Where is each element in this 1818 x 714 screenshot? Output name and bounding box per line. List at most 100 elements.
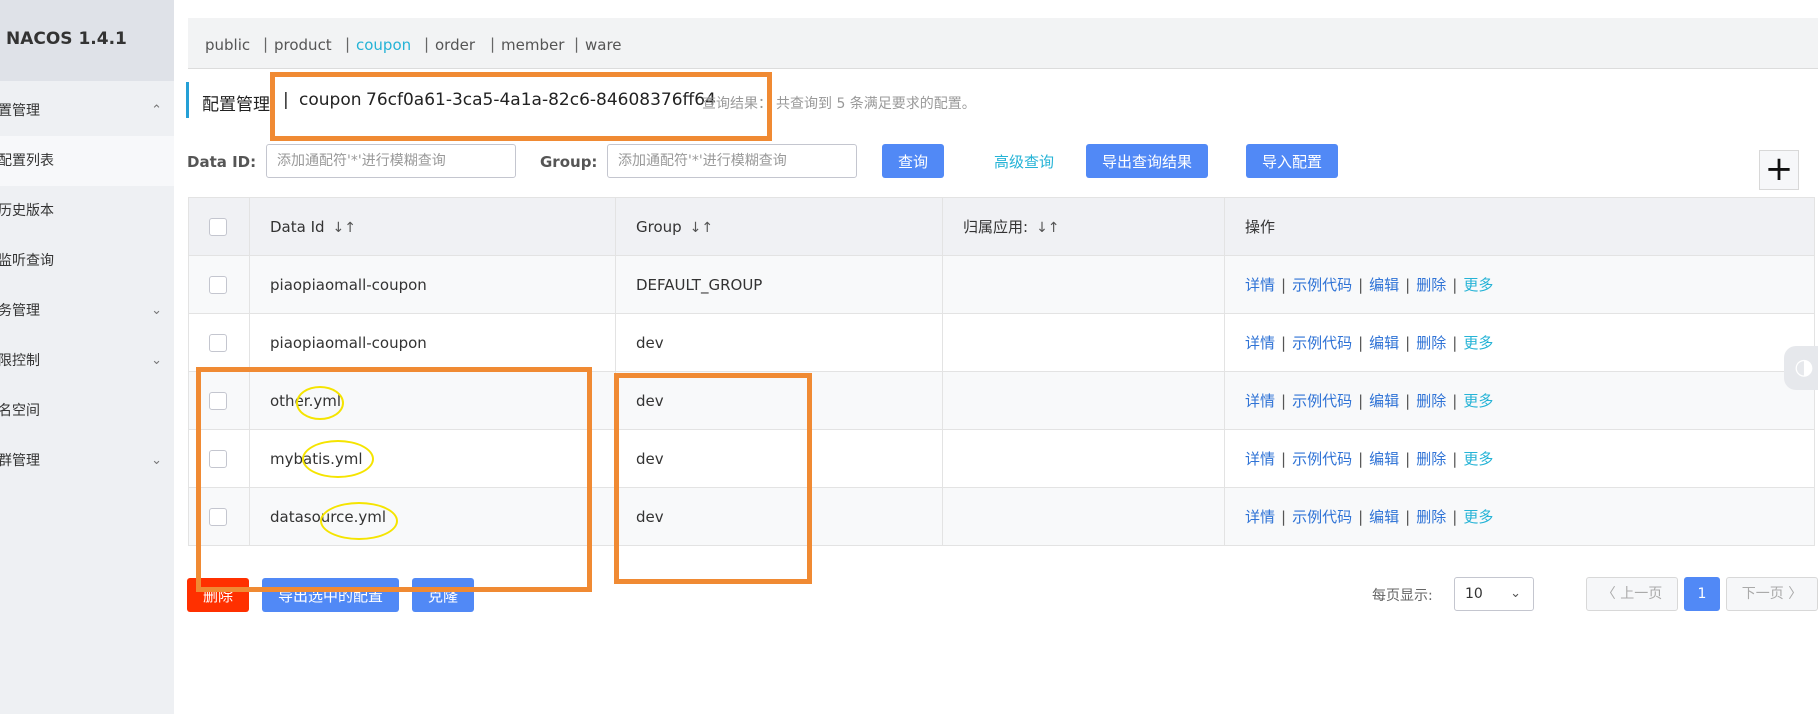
floating-tool-icon[interactable]: ◑ xyxy=(1784,346,1818,390)
namespace-separator: | xyxy=(424,35,430,53)
detail-link[interactable]: 详情 xyxy=(1245,450,1275,468)
namespace-coupon[interactable]: coupon xyxy=(356,36,411,54)
sort-icon[interactable]: ↓↑ xyxy=(690,220,713,236)
delete-link[interactable]: 删除 xyxy=(1416,450,1446,468)
sidebar-item-listener-query[interactable]: 监听查询 xyxy=(0,236,174,286)
action-separator: | xyxy=(1281,276,1287,294)
namespace-separator: | xyxy=(574,35,580,53)
sort-icon[interactable]: ↓↑ xyxy=(333,220,356,236)
page-number-button[interactable]: 1 xyxy=(1684,577,1720,611)
app-logo: NACOS 1.4.1 xyxy=(0,0,174,81)
sidebar-item-cluster-management[interactable]: 群管理 ⌄ xyxy=(0,436,174,486)
detail-link[interactable]: 详情 xyxy=(1245,508,1275,526)
row-checkbox[interactable] xyxy=(209,275,227,294)
delete-selected-button[interactable]: 删除 xyxy=(187,578,249,612)
sidebar-item-label: 名空间 xyxy=(0,403,40,419)
detail-link[interactable]: 详情 xyxy=(1245,334,1275,352)
delete-link[interactable]: 删除 xyxy=(1416,508,1446,526)
export-selected-button[interactable]: 导出选中的配置 xyxy=(262,578,399,612)
row-checkbox[interactable] xyxy=(209,391,227,410)
delete-link[interactable]: 删除 xyxy=(1416,276,1446,294)
data-id-input[interactable] xyxy=(266,144,516,178)
more-link[interactable]: 更多 xyxy=(1463,508,1493,526)
clone-button[interactable]: 克隆 xyxy=(412,578,474,612)
sidebar-item-service-management[interactable]: 务管理 ⌄ xyxy=(0,286,174,336)
action-separator: | xyxy=(1452,276,1458,294)
group-cell: dev xyxy=(615,313,943,372)
add-config-button[interactable]: + xyxy=(1759,150,1799,190)
sidebar-item-label: 监听查询 xyxy=(0,253,54,269)
detail-link[interactable]: 详情 xyxy=(1245,276,1275,294)
detail-link[interactable]: 详情 xyxy=(1245,392,1275,410)
app-cell xyxy=(942,255,1225,314)
row-checkbox[interactable] xyxy=(209,507,227,526)
app-cell xyxy=(942,429,1225,488)
data-id-cell: other.yml xyxy=(249,371,616,430)
group-cell: dev xyxy=(615,429,943,488)
namespace-separator: | xyxy=(263,35,269,53)
sidebar-item-history[interactable]: 历史版本 xyxy=(0,186,174,236)
sample-code-link[interactable]: 示例代码 xyxy=(1292,334,1352,352)
sidebar-item-namespace[interactable]: 名空间 xyxy=(0,386,174,436)
more-link[interactable]: 更多 xyxy=(1463,392,1493,410)
chevron-down-icon: ⌄ xyxy=(151,453,162,468)
sample-code-link[interactable]: 示例代码 xyxy=(1292,450,1352,468)
search-button[interactable]: 查询 xyxy=(882,144,944,178)
sidebar-item-config-list[interactable]: 配置列表 xyxy=(0,136,174,186)
delete-link[interactable]: 删除 xyxy=(1416,334,1446,352)
actions-cell: 详情 | 示例代码 | 编辑 | 删除 | 更多 xyxy=(1224,429,1815,488)
namespace-ware[interactable]: ware xyxy=(585,36,622,54)
sample-code-link[interactable]: 示例代码 xyxy=(1292,508,1352,526)
row-checkbox[interactable] xyxy=(209,333,227,352)
export-query-results-button[interactable]: 导出查询结果 xyxy=(1086,144,1208,178)
group-cell: dev xyxy=(615,487,943,546)
action-separator: | xyxy=(1358,276,1364,294)
select-all-checkbox[interactable] xyxy=(209,217,227,236)
table-row: datasource.yml dev 详情 | 示例代码 | 编辑 | 删除 | 更多 xyxy=(188,487,1815,546)
more-link[interactable]: 更多 xyxy=(1463,334,1493,352)
next-page-button[interactable]: 下一页 〉 xyxy=(1726,577,1818,611)
action-separator: | xyxy=(1358,508,1364,526)
row-checkbox[interactable] xyxy=(209,449,227,468)
action-separator: | xyxy=(1405,392,1411,410)
sidebar-item-label: 限控制 xyxy=(0,353,40,369)
namespace-member[interactable]: member xyxy=(501,36,564,54)
import-config-button[interactable]: 导入配置 xyxy=(1246,144,1338,178)
namespace-order[interactable]: order xyxy=(435,36,475,54)
sort-icon[interactable]: ↓↑ xyxy=(1036,220,1059,236)
prev-page-button[interactable]: 〈 上一页 xyxy=(1586,577,1678,611)
namespace-separator: | xyxy=(345,35,351,53)
page-title: 配置管理 xyxy=(202,95,270,115)
sidebar-item-access-control[interactable]: 限控制 ⌄ xyxy=(0,336,174,386)
column-header-group[interactable]: Group ↓↑ xyxy=(615,197,943,256)
namespace-product[interactable]: product xyxy=(274,36,332,54)
action-separator: | xyxy=(1405,450,1411,468)
action-separator: | xyxy=(1405,276,1411,294)
sidebar-item-config-management[interactable]: 置管理 ⌃ xyxy=(0,86,174,136)
sample-code-link[interactable]: 示例代码 xyxy=(1292,276,1352,294)
advanced-query-link[interactable]: 高级查询 xyxy=(994,151,1054,172)
sidebar-item-label: 历史版本 xyxy=(0,203,54,219)
sidebar-item-label: 配置列表 xyxy=(0,153,54,169)
namespace-public[interactable]: public xyxy=(205,36,250,54)
page-size-value: 10 xyxy=(1465,586,1483,602)
config-table: Data Id ↓↑ Group ↓↑ 归属应用: ↓↑ 操作 piaopiaomal… xyxy=(188,197,1815,546)
sidebar-item-label: 群管理 xyxy=(0,453,40,469)
column-header-app[interactable]: 归属应用: ↓↑ xyxy=(942,197,1225,256)
edit-link[interactable]: 编辑 xyxy=(1369,334,1399,352)
table-row: piaopiaomall-coupon dev 详情 | 示例代码 | 编辑 | 删除 | 更多 xyxy=(188,313,1815,372)
sample-code-link[interactable]: 示例代码 xyxy=(1292,392,1352,410)
edit-link[interactable]: 编辑 xyxy=(1369,276,1399,294)
column-header-data-id[interactable]: Data Id ↓↑ xyxy=(249,197,616,256)
more-link[interactable]: 更多 xyxy=(1463,276,1493,294)
actions-cell: 详情 | 示例代码 | 编辑 | 删除 | 更多 xyxy=(1224,371,1815,430)
sidebar: NACOS 1.4.1 置管理 ⌃ 配置列表 历史版本 监听查询 务管理 ⌄ 限… xyxy=(0,0,174,714)
more-link[interactable]: 更多 xyxy=(1463,450,1493,468)
page-size-select[interactable]: 10 ⌄ xyxy=(1454,577,1534,611)
edit-link[interactable]: 编辑 xyxy=(1369,450,1399,468)
group-input[interactable] xyxy=(607,144,857,178)
delete-link[interactable]: 删除 xyxy=(1416,392,1446,410)
edit-link[interactable]: 编辑 xyxy=(1369,508,1399,526)
actions-cell: 详情 | 示例代码 | 编辑 | 删除 | 更多 xyxy=(1224,255,1815,314)
edit-link[interactable]: 编辑 xyxy=(1369,392,1399,410)
